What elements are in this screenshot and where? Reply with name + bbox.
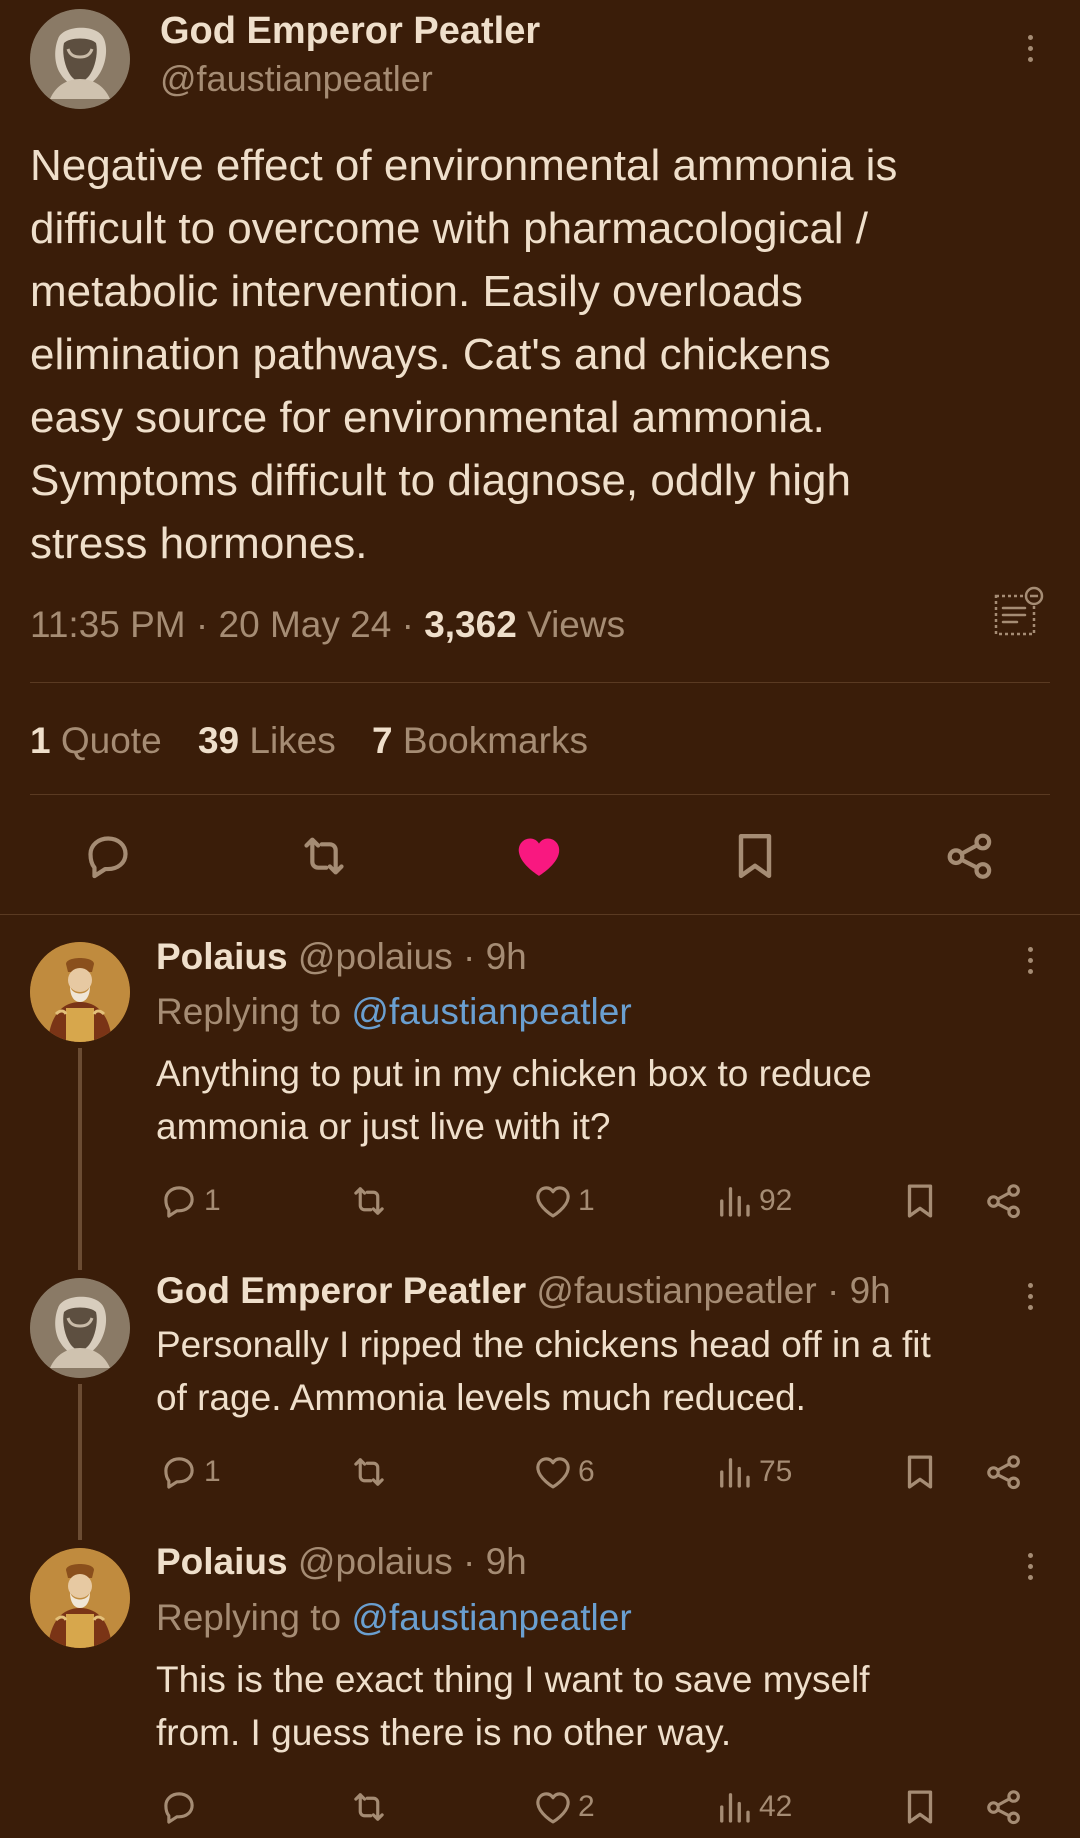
reply-avatar[interactable] <box>30 1548 130 1648</box>
view-count: 42 <box>759 1790 793 1823</box>
view-count: 92 <box>759 1184 793 1217</box>
likes-label: Likes <box>249 720 336 761</box>
reply-text: Personally I ripped the chickens head of… <box>156 1324 931 1418</box>
reply-button[interactable]: 1 <box>158 1451 221 1493</box>
share-nodes-icon[interactable] <box>983 1451 1025 1493</box>
like-button[interactable]: 2 <box>532 1786 595 1828</box>
bookmark-icon[interactable] <box>899 1451 941 1493</box>
likes-stat[interactable]: 39 Likes <box>198 720 336 761</box>
heart-icon <box>532 1786 574 1828</box>
bookmark-icon[interactable] <box>899 1786 941 1828</box>
reply-author-handle[interactable]: @faustianpeatler <box>536 1270 816 1311</box>
replying-handle-link[interactable]: @faustianpeatler <box>351 1597 631 1638</box>
more-vertical-icon[interactable] <box>1020 1546 1040 1586</box>
retweet-button[interactable] <box>348 1786 394 1828</box>
like-count: 1 <box>578 1184 595 1217</box>
reply-button[interactable] <box>158 1786 204 1828</box>
reply-header: Polaius @polaius · 9h <box>156 936 527 978</box>
reply-avatar[interactable] <box>30 1278 130 1378</box>
reply-count: 1 <box>204 1455 221 1488</box>
replying-to: Replying to @faustianpeatler <box>156 1597 632 1639</box>
reply-header: Polaius @polaius · 9h <box>156 1541 527 1583</box>
like-count: 6 <box>578 1455 595 1488</box>
divider <box>30 794 1050 795</box>
tweet-time[interactable]: 11:35 PM <box>30 604 186 645</box>
bookmarks-stat[interactable]: 7 Bookmarks <box>372 720 588 761</box>
heart-icon <box>532 1451 574 1493</box>
retweet-arrows-icon <box>348 1180 390 1222</box>
views-count: 3,362 <box>424 604 517 645</box>
replying-prefix: Replying to <box>156 1597 342 1638</box>
quotes-stat[interactable]: 1 Quote <box>30 720 162 761</box>
comment-bubble-icon <box>158 1451 200 1493</box>
like-button[interactable]: 6 <box>532 1451 595 1493</box>
reply-author-name[interactable]: Polaius <box>156 936 288 977</box>
retweet-arrows-icon[interactable] <box>296 828 352 884</box>
share-nodes-icon[interactable] <box>983 1786 1025 1828</box>
tweet-date[interactable]: 20 May 24 <box>219 604 392 645</box>
share-nodes-icon[interactable] <box>942 828 998 884</box>
quotes-label: Quote <box>60 720 162 761</box>
views-button[interactable]: 75 <box>713 1451 792 1493</box>
view-count: 75 <box>759 1455 793 1488</box>
comment-bubble-icon <box>158 1786 200 1828</box>
bookmark-icon[interactable] <box>899 1180 941 1222</box>
bookmarks-label: Bookmarks <box>402 720 588 761</box>
views-label: Views <box>527 604 626 645</box>
reply-header: God Emperor Peatler @faustianpeatler · 9… <box>156 1270 891 1312</box>
meta-separator: · <box>401 604 414 645</box>
bar-chart-icon <box>713 1786 755 1828</box>
like-count: 2 <box>578 1790 595 1823</box>
more-vertical-icon[interactable] <box>1020 1276 1040 1316</box>
tweet-stats: 1 Quote 39 Likes 7 Bookmarks <box>30 720 588 762</box>
quotes-count: 1 <box>30 720 51 761</box>
reply-count: 1 <box>204 1184 221 1217</box>
reply-time[interactable]: · 9h <box>827 1270 891 1311</box>
meta-separator: · <box>195 604 209 645</box>
thread-line <box>78 1384 82 1540</box>
reply-author-handle[interactable]: @polaius <box>298 936 453 977</box>
likes-count: 39 <box>197 720 240 761</box>
replying-prefix: Replying to <box>156 991 342 1032</box>
views-button[interactable]: 92 <box>713 1180 792 1222</box>
reply-author-handle[interactable]: @polaius <box>298 1541 453 1582</box>
tweet-meta: 11:35 PM · 20 May 24 · 3,362 Views <box>30 604 625 646</box>
comment-bubble-icon[interactable] <box>80 828 136 884</box>
retweet-arrows-icon <box>348 1786 390 1828</box>
divider <box>0 914 1080 915</box>
comment-bubble-icon <box>158 1180 200 1222</box>
reply-time[interactable]: · 9h <box>463 1541 527 1582</box>
retweet-button[interactable] <box>348 1180 394 1222</box>
bar-chart-icon <box>713 1451 755 1493</box>
bookmarks-count: 7 <box>372 720 393 761</box>
tweet-text: Negative effect of environmental ammonia… <box>30 141 898 568</box>
author-handle[interactable]: @faustianpeatler <box>160 58 433 100</box>
reply-text: Anything to put in my chicken box to red… <box>156 1053 872 1147</box>
retweet-arrows-icon <box>348 1451 390 1493</box>
share-nodes-icon[interactable] <box>983 1180 1025 1222</box>
thread-line <box>78 1048 82 1270</box>
heart-icon <box>532 1180 574 1222</box>
notes-list-icon[interactable] <box>988 584 1048 644</box>
reply-time[interactable]: · 9h <box>463 936 527 977</box>
author-name[interactable]: God Emperor Peatler <box>160 10 540 53</box>
like-button[interactable]: 1 <box>532 1180 595 1222</box>
bar-chart-icon <box>713 1180 755 1222</box>
more-vertical-icon[interactable] <box>1020 940 1040 980</box>
bookmark-icon[interactable] <box>727 828 783 884</box>
reply-author-name[interactable]: Polaius <box>156 1541 288 1582</box>
reply-text: This is the exact thing I want to save m… <box>156 1659 870 1753</box>
reply-avatar[interactable] <box>30 942 130 1042</box>
views-button[interactable]: 42 <box>713 1786 792 1828</box>
more-vertical-icon[interactable] <box>1020 28 1040 68</box>
author-avatar[interactable] <box>30 9 130 109</box>
reply-button[interactable]: 1 <box>158 1180 221 1222</box>
heart-icon[interactable] <box>511 828 567 884</box>
replying-handle-link[interactable]: @faustianpeatler <box>351 991 631 1032</box>
replying-to: Replying to @faustianpeatler <box>156 991 632 1033</box>
reply-author-name[interactable]: God Emperor Peatler <box>156 1270 526 1311</box>
retweet-button[interactable] <box>348 1451 394 1493</box>
divider <box>30 682 1050 683</box>
